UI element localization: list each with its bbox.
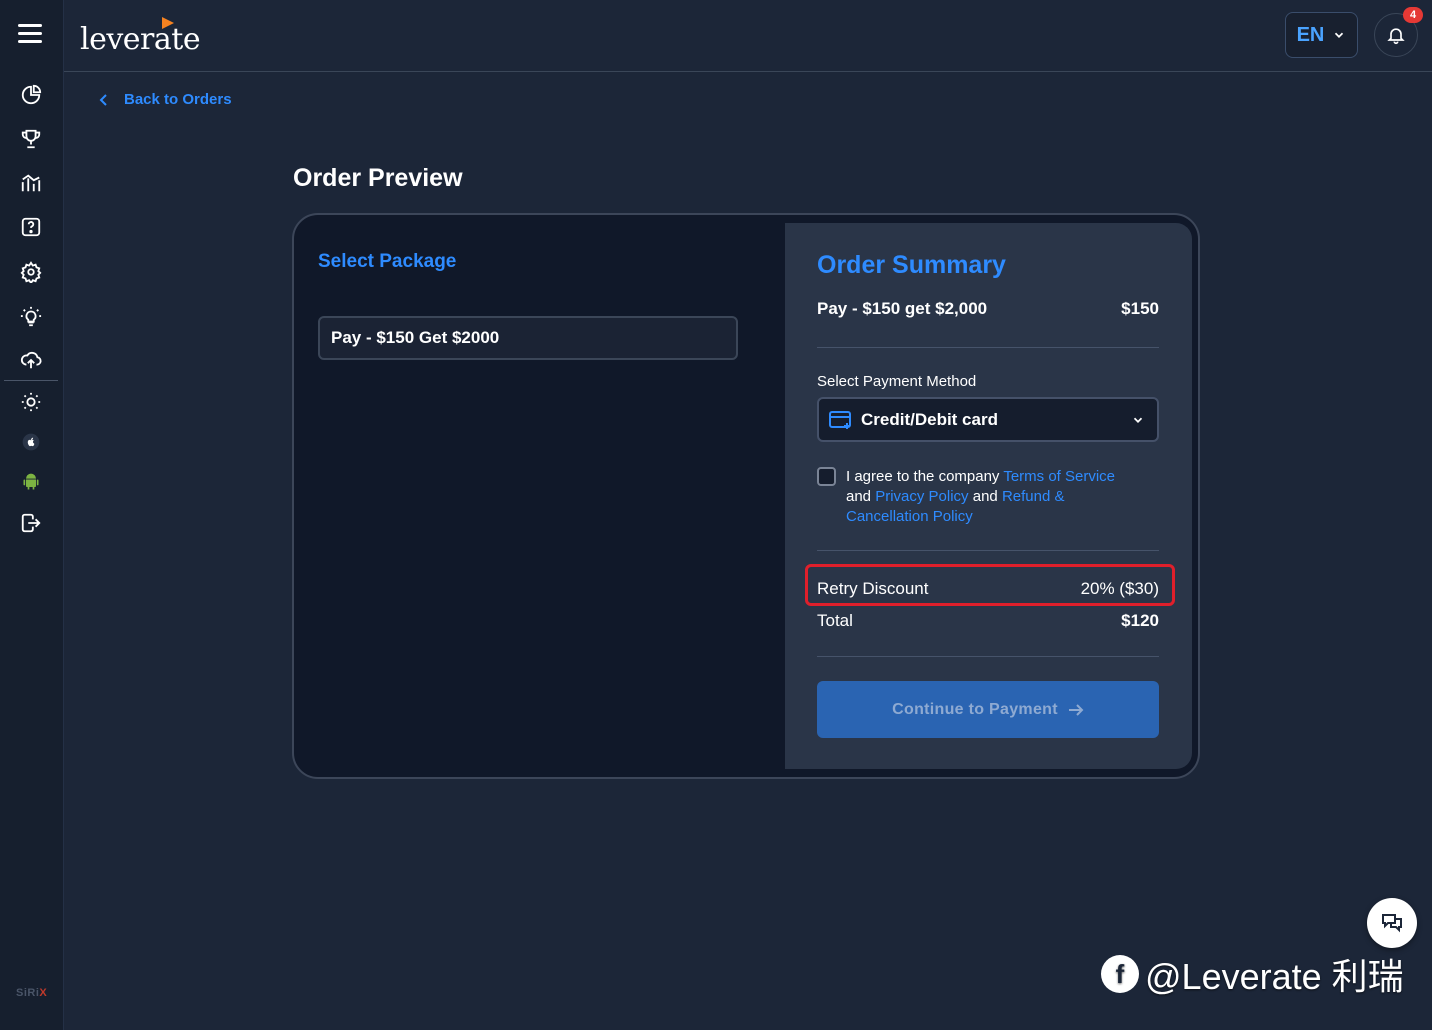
bell-icon [1387,28,1405,45]
summary-item-price: $150 [1121,299,1159,318]
agree-and: and [968,488,1002,505]
apple-icon[interactable] [17,428,45,456]
help-icon[interactable] [17,213,45,241]
terms-checkbox[interactable] [817,467,836,486]
payment-method-label: Select Payment Method [817,373,977,390]
order-summary-title: Order Summary [817,251,1006,279]
credit-card-icon [829,410,851,429]
total-row: Total $120 [817,611,1159,631]
package-panel: Select Package Pay - $150 Get $2000 [294,215,785,777]
continue-to-payment-button[interactable]: Continue to Payment [817,681,1159,738]
back-label: Back to Orders [124,91,232,108]
market-icon[interactable] [17,169,45,197]
android-icon[interactable] [17,468,45,496]
arrow-right-icon [1068,703,1084,716]
top-header: leverate EN 4 [64,0,1432,72]
order-card: Select Package Pay - $150 Get $2000 Orde… [292,213,1200,779]
agree-and: and [846,488,876,505]
sidebar: SiRiX [0,0,64,1030]
settings-icon[interactable] [17,258,45,286]
discount-label: Retry Discount [817,579,929,598]
order-summary-panel: Order Summary Pay - $150 get $2,000 $150… [785,223,1192,769]
summary-item-row: Pay - $150 get $2,000 $150 [817,299,1159,319]
discount-value: 20% ($30) [1080,579,1159,598]
lightbulb-icon[interactable] [17,303,45,331]
chevron-down-icon [1133,417,1143,423]
package-select[interactable]: Pay - $150 Get $2000 [318,316,738,360]
pie-chart-icon[interactable] [17,81,45,109]
chat-button[interactable] [1367,898,1417,948]
watermark-logo-icon: f [1101,955,1139,993]
trophy-icon[interactable] [17,125,45,153]
total-label: Total [817,611,853,630]
back-to-orders-link[interactable]: Back to Orders [98,91,232,108]
chevron-down-icon [1335,32,1344,38]
terms-text: I agree to the company Terms of Service … [846,467,1136,527]
upload-cloud-icon[interactable] [17,346,45,374]
watermark: f @Leverate 利瑞 [1101,948,1404,1000]
select-package-title: Select Package [318,251,457,272]
notification-badge: 4 [1403,7,1423,23]
discount-row: Retry Discount 20% ($30) [817,579,1159,599]
divider [817,347,1159,348]
agree-prefix: I agree to the company [846,468,1004,485]
logo-flag-icon [160,16,176,37]
theme-sun-icon[interactable] [17,388,45,416]
payment-method-value: Credit/Debit card [861,409,998,429]
terms-agreement: I agree to the company Terms of Service … [817,467,1136,527]
logout-icon[interactable] [17,509,45,537]
total-value: $120 [1121,611,1159,630]
continue-label: Continue to Payment [892,700,1058,718]
payment-method-select[interactable]: Credit/Debit card [817,397,1159,442]
language-selector[interactable]: EN [1285,12,1358,58]
watermark-text: @Leverate 利瑞 [1145,956,1404,997]
terms-of-service-link[interactable]: Terms of Service [1003,468,1115,485]
logo[interactable]: leverate [80,22,201,57]
notifications-button[interactable]: 4 [1374,7,1423,57]
divider [817,656,1159,657]
chevron-left-icon [99,93,107,106]
divider [817,550,1159,551]
privacy-policy-link[interactable]: Privacy Policy [875,488,968,505]
page-title: Order Preview [293,164,463,192]
sidebar-divider [4,380,58,381]
summary-item-label: Pay - $150 get $2,000 [817,299,988,318]
chat-icon [1382,914,1402,933]
platform-mark: SiRiX [16,987,48,999]
language-label: EN [1296,23,1325,46]
menu-icon[interactable] [18,24,42,44]
